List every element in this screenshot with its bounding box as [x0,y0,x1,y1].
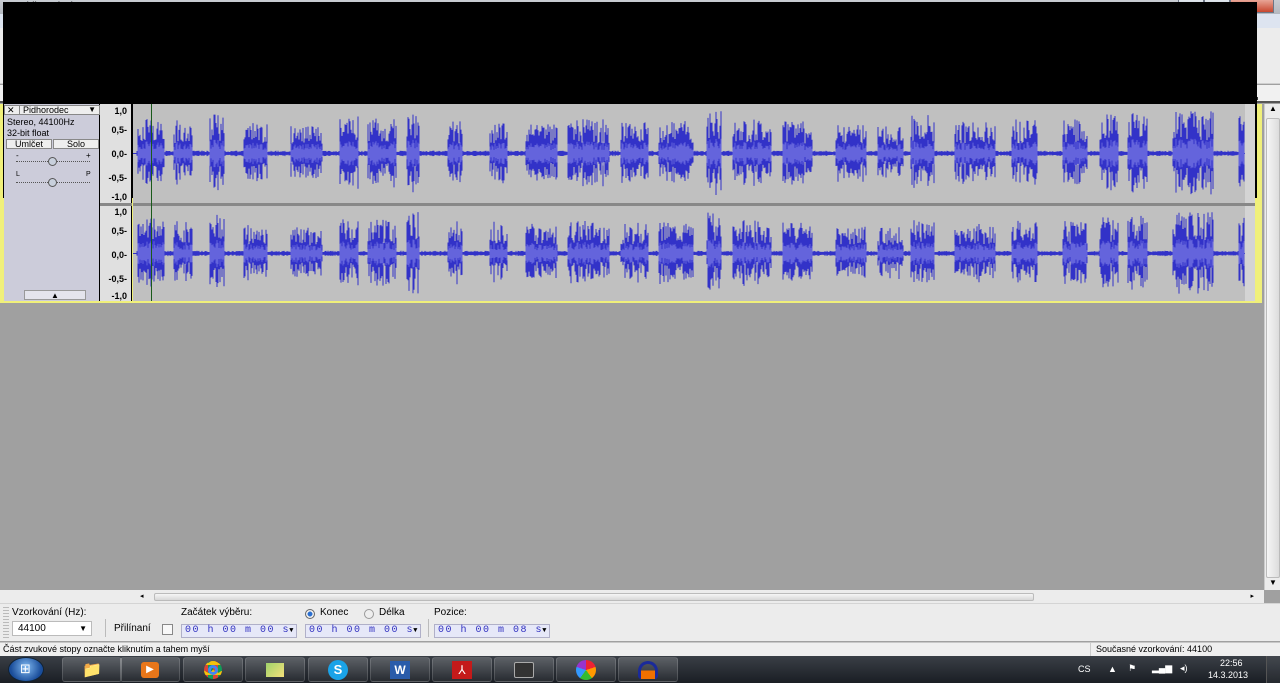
clock-time[interactable]: 22:56 [1220,658,1243,668]
picasa-icon [576,659,596,680]
taskbar-media-player[interactable]: ▶ [120,657,180,682]
pan-right-label: P [86,171,91,178]
language-indicator[interactable]: CS [1078,664,1091,674]
waveform-right-channel[interactable] [133,206,1255,301]
windows-logo-icon: ⊞ [20,661,31,676]
selection-start-value: 00 h 00 m 00 s [185,625,291,636]
end-radio-label: Konec [320,607,349,618]
taskbar: ⊞ 📁 ▶ S W ⅄ CS ▲ ⚑ ▂▄▆ ◂) 22:56 14.3.201… [0,656,1280,683]
amp-label: 0,0- [111,250,127,260]
end-radio[interactable] [305,609,315,619]
track-bitdepth: 32-bit float [7,128,50,138]
gain-min-label: - [16,151,19,160]
toolbar-grip[interactable] [3,607,9,639]
length-radio-label: Délka [379,607,405,618]
collapse-track-button[interactable]: ▲ [24,290,86,300]
chevron-down-icon: ▼ [79,624,87,633]
scroll-up-icon[interactable]: ▲ [1266,104,1280,116]
taskbar-word[interactable]: W [370,657,430,682]
amp-label: 0,5- [111,226,127,236]
solo-button[interactable]: Solo [53,139,99,149]
amplitude-ruler: 1,0 0,5- 0,0- -0,5- -1,0 1,0 0,5- 0,0- -… [100,104,132,301]
amp-label: -0,5- [108,173,127,183]
word-icon: W [390,660,410,679]
amp-label: -0,5- [108,274,127,284]
status-rate: Současné vzorkování: 44100 [1096,644,1213,654]
length-radio[interactable] [364,609,374,619]
media-player-icon: ▶ [141,661,159,678]
taskbar-explorer[interactable]: 📁 [62,657,122,682]
scroll-right-icon[interactable]: ▸ [1250,592,1254,600]
taskbar-chrome[interactable] [183,657,243,682]
video-camera-icon [514,661,534,678]
action-center-flag-icon[interactable]: ⚑ [1128,663,1136,674]
gain-slider[interactable] [16,157,90,166]
horizontal-scrollbar[interactable]: ◂ ▸ [132,592,1264,602]
position-label: Pozice: [434,607,467,618]
position-value: 00 h 00 m 08 s [438,625,544,636]
track-control-panel: ✕ Pidhorodec ▼ Stereo, 44100Hz 32-bit fl… [4,104,100,301]
vertical-scrollbar[interactable]: ▲ ▼ [1264,104,1280,590]
amp-label: 1,0 [114,207,127,217]
status-bar: Část zvukové stopy označte kliknutím a t… [0,642,1280,657]
show-hidden-icons[interactable]: ▲ [1108,664,1117,674]
folder-icon: 📁 [82,661,102,679]
amp-label: 1,0 [114,106,127,116]
taskbar-acrobat[interactable]: ⅄ [432,657,492,682]
rate-value: 44100 [18,623,46,634]
selection-toolbar: Vzorkování (Hz): 44100 ▼ Přilínaní Začát… [0,603,1280,641]
slider-thumb[interactable] [48,178,57,187]
selection-start-field[interactable]: 00 h 00 m 00 s ▼ [181,624,297,638]
chrome-icon [204,660,222,679]
pan-left-label: L [16,171,20,178]
chevron-down-icon[interactable]: ▼ [542,625,548,637]
amp-label: -1,0 [111,192,127,202]
amp-label: 0,0- [111,149,127,159]
acrobat-icon: ⅄ [452,660,472,679]
start-button[interactable]: ⊞ [8,657,44,682]
status-hint: Část zvukové stopy označte kliknutím a t… [3,644,210,654]
track-header[interactable]: ✕ Pidhorodec ▼ [4,105,100,115]
audacity-logo-icon [638,660,658,679]
gain-max-label: + [86,151,91,160]
network-signal-icon[interactable]: ▂▄▆ [1152,663,1172,674]
skype-icon: S [328,659,348,680]
position-field[interactable]: 00 h 00 m 08 s ▼ [434,624,550,638]
taskbar-picasa[interactable] [556,657,616,682]
rate-select[interactable]: 44100 ▼ [12,621,92,636]
waveform-left-channel[interactable] [133,104,1255,203]
close-track-icon[interactable]: ✕ [7,105,15,116]
snap-checkbox[interactable] [162,624,173,635]
mute-button[interactable]: Umlčet [6,139,52,149]
rate-label: Vzorkování (Hz): [12,607,87,618]
snap-label: Přilínaní [114,623,151,634]
show-desktop-button[interactable] [1266,656,1280,683]
horizontal-scroll-thumb[interactable] [154,593,1034,601]
slider-thumb[interactable] [48,157,57,166]
taskbar-photos[interactable] [245,657,305,682]
vertical-scroll-thumb[interactable] [1266,118,1280,578]
taskbar-video[interactable] [494,657,554,682]
track-menu-icon[interactable]: ▼ [88,105,96,114]
track-format: Stereo, 44100Hz [7,117,75,127]
scroll-down-icon[interactable]: ▼ [1266,578,1280,590]
amp-label: -1,0 [111,291,127,301]
photos-icon [266,662,284,677]
selection-end-value: 00 h 00 m 00 s [309,625,415,636]
chevron-down-icon[interactable]: ▼ [413,625,419,637]
pan-slider[interactable] [16,178,90,187]
volume-icon[interactable]: ◂) [1180,663,1188,674]
taskbar-audacity[interactable] [618,657,678,682]
clock-date[interactable]: 14.3.2013 [1208,670,1248,680]
taskbar-skype[interactable]: S [308,657,368,682]
selection-end-field[interactable]: 00 h 00 m 00 s ▼ [305,624,421,638]
selection-start-label: Začátek výběru: [181,607,253,618]
track-name[interactable]: Pidhorodec [19,105,69,115]
scroll-left-icon[interactable]: ◂ [140,592,144,600]
chevron-down-icon[interactable]: ▼ [289,625,295,637]
chevron-up-icon: ▲ [51,291,59,300]
playback-cursor [151,104,152,301]
amp-label: 0,5- [111,125,127,135]
